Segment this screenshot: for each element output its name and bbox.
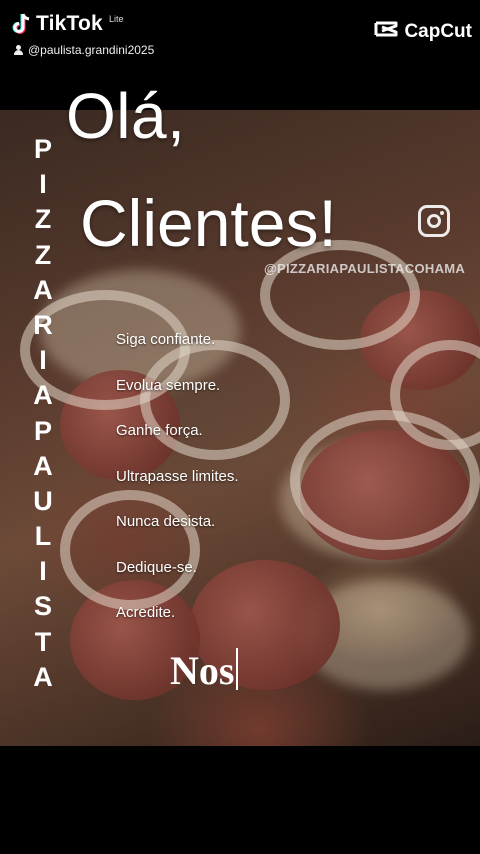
text-caret [236, 648, 239, 690]
motivation-line: Dedique-se. [116, 558, 197, 576]
brand-letter: T [34, 626, 52, 657]
motivation-line: Ultrapasse limites. [116, 467, 239, 485]
brand-letter: A [33, 450, 53, 481]
vertical-brand-name: P I Z Z A R I A P A U L I S T A [22, 132, 64, 695]
brand-letter: R [33, 309, 53, 340]
motivation-line: Siga confiante. [116, 331, 216, 348]
brand-letter: P [33, 415, 52, 446]
brand-letter: Z [34, 239, 52, 270]
user-icon [14, 45, 23, 55]
brand-letter: U [33, 485, 53, 516]
brand-letter: I [39, 556, 47, 587]
motivation-line: Nunca desista. [116, 513, 216, 530]
brand-letter: L [34, 521, 52, 552]
headline-clients: Clientes! [80, 186, 337, 260]
brand-letter: Z [34, 204, 52, 235]
capcut-icon [374, 20, 398, 43]
tiktok-lite-label: Lite [108, 14, 124, 24]
headline-hello: Olá, [66, 80, 186, 152]
capcut-logo: CapCut [374, 20, 472, 43]
tiktok-username: @paulista.grandini2025 [14, 43, 154, 57]
brand-letter: S [33, 591, 52, 622]
brand-letter: A [33, 274, 53, 305]
tiktok-wordmark: TikTok [36, 12, 103, 35]
instagram-icon [418, 205, 450, 237]
typing-text: Nos [170, 648, 239, 693]
brand-letter: I [39, 169, 47, 200]
tiktok-note-icon [12, 13, 32, 35]
motivation-line: Acredite. [116, 604, 176, 621]
typing-text-value: Nos [170, 648, 235, 693]
motivation-line: Evolua sempre. [116, 376, 221, 394]
instagram-handle: @PIZZARIAPAULISTACOHAMA [264, 261, 466, 276]
tiktok-logo: TikTok Lite [12, 12, 123, 36]
capcut-wordmark: CapCut [404, 20, 472, 42]
brand-letter: I [39, 345, 47, 376]
brand-letter: A [33, 380, 53, 411]
brand-letter: P [33, 134, 52, 164]
username-text: @paulista.grandini2025 [28, 43, 155, 57]
motivation-list: Siga confiante. Evolua sempre. Ganhe for… [116, 330, 239, 649]
brand-letter: A [33, 661, 53, 692]
motivation-line: Ganhe força. [116, 422, 203, 439]
